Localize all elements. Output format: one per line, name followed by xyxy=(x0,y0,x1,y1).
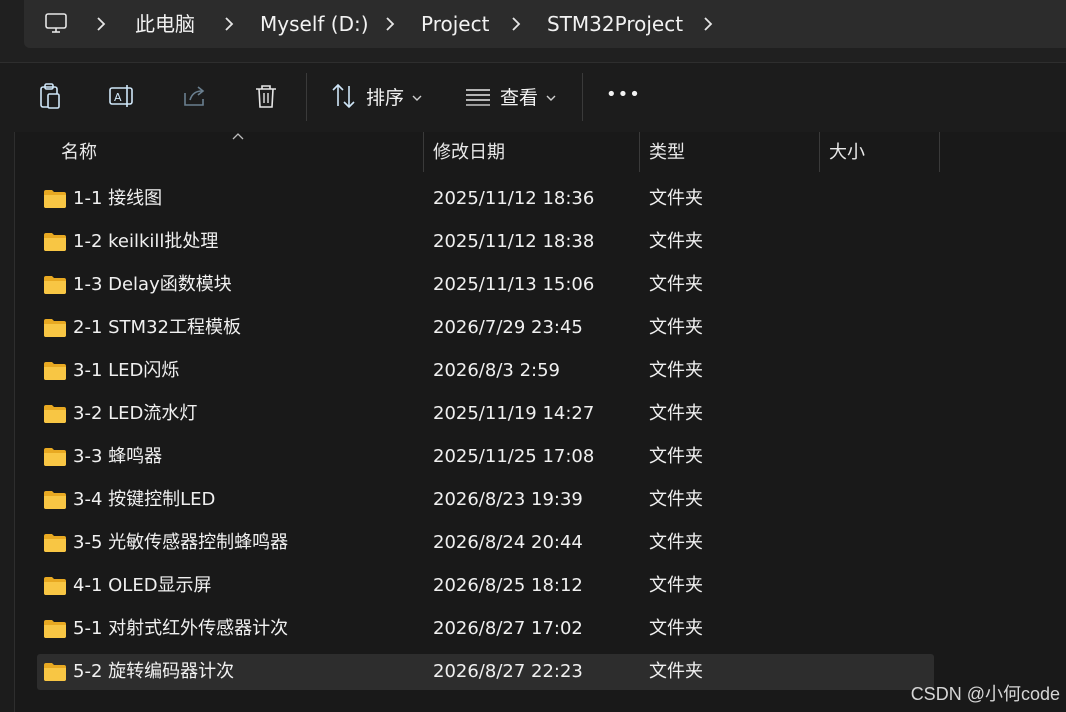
file-type: 文件夹 xyxy=(649,360,703,381)
file-row[interactable]: 3-2 LED流水灯 2025/11/19 14:27 文件夹 xyxy=(37,396,934,432)
share-icon[interactable] xyxy=(180,81,210,111)
chevron-right-icon[interactable] xyxy=(94,14,108,34)
file-modified: 2026/8/23 19:39 xyxy=(433,489,583,510)
toolbar-divider xyxy=(306,73,307,121)
file-name: 2-1 STM32工程模板 xyxy=(73,317,241,338)
column-divider[interactable] xyxy=(819,132,820,172)
watermark: CSDN @小何code xyxy=(910,684,1060,704)
file-name: 3-2 LED流水灯 xyxy=(73,403,198,424)
chevron-right-icon[interactable] xyxy=(222,14,236,34)
sort-button[interactable]: 排序 xyxy=(366,86,404,110)
file-type: 文件夹 xyxy=(649,446,703,467)
file-row[interactable]: 3-3 蜂鸣器 2025/11/25 17:08 文件夹 xyxy=(37,439,934,475)
delete-icon[interactable] xyxy=(251,81,281,111)
breadcrumb-this-pc[interactable]: 此电脑 xyxy=(135,12,195,36)
file-name: 3-5 光敏传感器控制蜂鸣器 xyxy=(73,532,289,553)
file-name: 3-3 蜂鸣器 xyxy=(73,446,163,467)
file-name: 3-4 按键控制LED xyxy=(73,489,216,510)
file-row[interactable]: 5-1 对射式红外传感器计次 2026/8/27 17:02 文件夹 xyxy=(37,611,934,647)
file-row[interactable]: 2-1 STM32工程模板 2026/7/29 23:45 文件夹 xyxy=(37,310,934,346)
chevron-right-icon[interactable] xyxy=(509,14,523,34)
file-modified: 2026/7/29 23:45 xyxy=(433,317,583,338)
file-type: 文件夹 xyxy=(649,489,703,510)
column-divider[interactable] xyxy=(639,132,640,172)
file-row[interactable]: 3-5 光敏传感器控制蜂鸣器 2026/8/24 20:44 文件夹 xyxy=(37,525,934,561)
file-modified: 2026/8/27 17:02 xyxy=(433,618,583,639)
file-type: 文件夹 xyxy=(649,317,703,338)
file-modified: 2026/8/24 20:44 xyxy=(433,532,583,553)
file-name: 1-2 keilkill批处理 xyxy=(73,231,219,252)
view-icon[interactable] xyxy=(463,81,493,111)
file-type: 文件夹 xyxy=(649,231,703,252)
breadcrumb-stm32project[interactable]: STM32Project xyxy=(547,12,683,36)
file-type: 文件夹 xyxy=(649,403,703,424)
file-row[interactable]: 3-4 按键控制LED 2026/8/23 19:39 文件夹 xyxy=(37,482,934,518)
file-modified: 2025/11/12 18:38 xyxy=(433,231,595,252)
file-modified: 2025/11/19 14:27 xyxy=(433,403,595,424)
file-type: 文件夹 xyxy=(649,274,703,295)
file-type: 文件夹 xyxy=(649,575,703,596)
folder-icon xyxy=(44,190,66,208)
folder-icon xyxy=(44,491,66,509)
file-modified: 2025/11/25 17:08 xyxy=(433,446,595,467)
folder-icon xyxy=(44,405,66,423)
file-type: 文件夹 xyxy=(649,661,703,682)
column-divider[interactable] xyxy=(939,132,940,172)
file-name: 5-2 旋转编码器计次 xyxy=(73,661,235,682)
svg-text:A: A xyxy=(114,91,122,104)
folder-icon xyxy=(44,276,66,294)
folder-icon xyxy=(44,319,66,337)
file-modified: 2026/8/27 22:23 xyxy=(433,661,583,682)
folder-icon xyxy=(44,534,66,552)
command-bar: A 排序 查看 ••• xyxy=(0,62,1066,133)
column-header-name[interactable]: 名称 xyxy=(61,142,97,164)
sort-ascending-icon xyxy=(232,133,244,140)
folder-icon xyxy=(44,620,66,638)
folder-icon xyxy=(44,362,66,380)
file-type: 文件夹 xyxy=(649,188,703,209)
file-list: 名称 修改日期 类型 大小 1-1 接线图 2025/11/12 18:36 文件夹… xyxy=(14,132,1066,712)
file-row[interactable]: 5-2 旋转编码器计次 2026/8/27 22:23 文件夹 xyxy=(37,654,934,690)
file-modified: 2025/11/13 15:06 xyxy=(433,274,595,295)
view-button[interactable]: 查看 xyxy=(500,86,538,110)
file-row[interactable]: 1-1 接线图 2025/11/12 18:36 文件夹 xyxy=(37,181,934,217)
file-name: 3-1 LED闪烁 xyxy=(73,360,180,381)
more-options-button[interactable]: ••• xyxy=(606,83,641,107)
folder-icon xyxy=(44,448,66,466)
file-row[interactable]: 3-1 LED闪烁 2026/8/3 2:59 文件夹 xyxy=(37,353,934,389)
this-pc-icon[interactable] xyxy=(44,11,68,35)
toolbar-divider xyxy=(582,73,583,121)
rename-icon[interactable]: A xyxy=(107,81,137,111)
folder-icon xyxy=(44,577,66,595)
file-row[interactable]: 1-2 keilkill批处理 2025/11/12 18:38 文件夹 xyxy=(37,224,934,260)
file-name: 1-1 接线图 xyxy=(73,188,163,209)
folder-icon xyxy=(44,663,66,681)
file-row[interactable]: 1-3 Delay函数模块 2025/11/13 15:06 文件夹 xyxy=(37,267,934,303)
chevron-down-icon[interactable] xyxy=(411,93,423,103)
chevron-right-icon[interactable] xyxy=(383,14,397,34)
file-modified: 2026/8/25 18:12 xyxy=(433,575,583,596)
file-name: 5-1 对射式红外传感器计次 xyxy=(73,618,289,639)
column-header-modified[interactable]: 修改日期 xyxy=(433,142,505,164)
file-name: 1-3 Delay函数模块 xyxy=(73,274,232,295)
breadcrumb-project[interactable]: Project xyxy=(421,12,489,36)
file-row[interactable]: 4-1 OLED显示屏 2026/8/25 18:12 文件夹 xyxy=(37,568,934,604)
column-header-type[interactable]: 类型 xyxy=(649,142,685,164)
file-type: 文件夹 xyxy=(649,532,703,553)
sort-icon[interactable] xyxy=(329,81,359,111)
file-type: 文件夹 xyxy=(649,618,703,639)
column-header-size[interactable]: 大小 xyxy=(829,142,865,164)
folder-icon xyxy=(44,233,66,251)
address-bar-area: 此电脑 Myself (D:) Project STM32Project xyxy=(0,0,1066,62)
chevron-down-icon[interactable] xyxy=(545,93,557,103)
file-modified: 2025/11/12 18:36 xyxy=(433,188,595,209)
column-divider[interactable] xyxy=(423,132,424,172)
paste-icon[interactable] xyxy=(35,81,65,111)
file-name: 4-1 OLED显示屏 xyxy=(73,575,212,596)
breadcrumb-drive[interactable]: Myself (D:) xyxy=(260,12,369,36)
file-modified: 2026/8/3 2:59 xyxy=(433,360,560,381)
chevron-right-icon[interactable] xyxy=(701,14,715,34)
